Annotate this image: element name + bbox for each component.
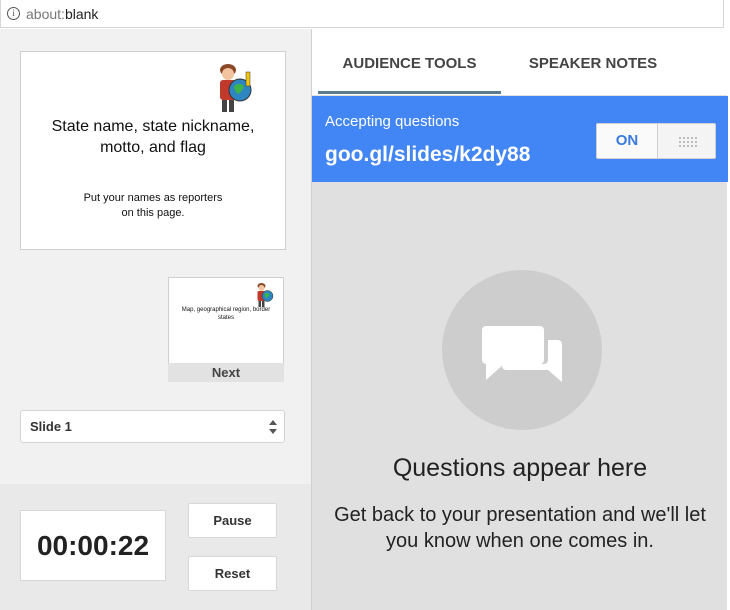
questions-link[interactable]: goo.gl/slides/k2dy88 [325,143,530,167]
accepting-questions-label: Accepting questions [325,113,460,130]
reset-button[interactable]: Reset [188,556,277,591]
tab-audience-tools[interactable]: AUDIENCE TOOLS [318,29,501,95]
pause-button[interactable]: Pause [188,503,277,538]
url-scheme: about: [26,5,65,22]
tab-bar: AUDIENCE TOOLS SPEAKER NOTES [312,29,728,95]
toggle-handle[interactable] [658,124,715,158]
grip-icon [679,137,697,147]
timer-area: 00:00:22 Pause Reset [0,484,311,610]
questions-toggle[interactable]: ON [596,123,716,159]
next-slide-body: Map, geographical region, border states [181,307,271,321]
chat-bubbles-icon [442,270,602,430]
tab-speaker-notes[interactable]: SPEAKER NOTES [508,29,678,95]
address-bar[interactable]: i about: blank [0,0,724,28]
presenter-left-panel: State name, state nickname, motto, and f… [0,29,311,610]
empty-state-subtitle: Get back to your presentation and we'll … [334,504,706,552]
next-slide-label[interactable]: Next [168,363,284,382]
empty-state-title: Questions appear here [392,454,648,482]
next-slide-preview[interactable]: Map, geographical region, border states [168,277,284,364]
active-tab-indicator [318,91,501,94]
info-icon[interactable]: i [7,7,20,20]
presenter-right-panel: AUDIENCE TOOLS SPEAKER NOTES Accepting q… [311,29,728,610]
current-slide-body: Put your names as reporters on this page… [83,192,223,219]
toggle-on-label: ON [597,124,658,158]
slide-select[interactable]: Slide 1 [20,410,285,443]
questions-bar: Accepting questions goo.gl/slides/k2dy88… [312,96,728,182]
url-host: blank [64,5,99,22]
reporter-clipart-icon [257,283,274,307]
select-arrows-icon [269,420,277,434]
elapsed-timer: 00:00:22 [20,510,166,581]
current-slide-preview: State name, state nickname, motto, and f… [20,51,286,250]
slide-select-value: Slide 1 [30,419,72,434]
current-slide-title: State name, state nickname, motto, and f… [51,118,255,156]
reporter-clipart-icon [220,64,252,112]
